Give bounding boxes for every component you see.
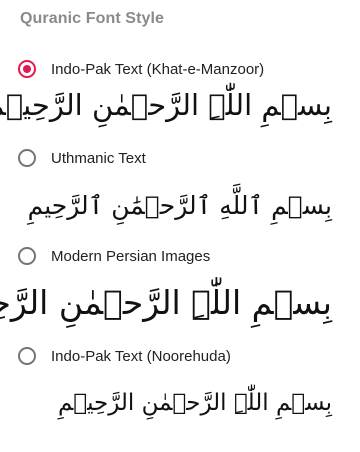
radio-button[interactable] bbox=[18, 149, 36, 167]
bismillah-preview: بِسۡمِ اللّٰہِ الرَّحۡمٰنِ الرَّحِیۡمِ bbox=[57, 390, 332, 416]
font-option-uthmanic[interactable]: Uthmanic Text bbox=[18, 147, 348, 169]
option-label: Modern Persian Images bbox=[51, 247, 211, 265]
section-title: Quranic Font Style bbox=[20, 10, 165, 27]
option-label: Uthmanic Text bbox=[51, 149, 146, 167]
bismillah-preview: بِسۡمِ اللّٰہِ الرَّحۡمٰنِ الرَّحِیۡمِ bbox=[0, 88, 332, 122]
font-option-modern-persian-images[interactable]: Modern Persian Images bbox=[18, 245, 348, 267]
bismillah-preview: بِسۡمِ ٱللَّهِ ٱلرَّحۡمَٰنِ ٱلرَّحِيمِ bbox=[27, 191, 332, 220]
font-option-indo-pak-noorehuda[interactable]: Indo-Pak Text (Noorehuda) bbox=[18, 345, 348, 367]
radio-button-selected[interactable] bbox=[18, 60, 36, 78]
option-label: Indo-Pak Text (Noorehuda) bbox=[51, 347, 231, 365]
radio-button[interactable] bbox=[18, 347, 36, 365]
option-label: Indo-Pak Text (Khat-e-Manzoor) bbox=[51, 60, 265, 78]
bismillah-preview: بِسۡمِ اللّٰہِ الرَّحۡمٰنِ الرَّحِیۡمِ bbox=[0, 283, 332, 322]
font-option-indo-pak-khat-e-manzoor[interactable]: Indo-Pak Text (Khat-e-Manzoor) bbox=[18, 58, 348, 80]
radio-button[interactable] bbox=[18, 247, 36, 265]
